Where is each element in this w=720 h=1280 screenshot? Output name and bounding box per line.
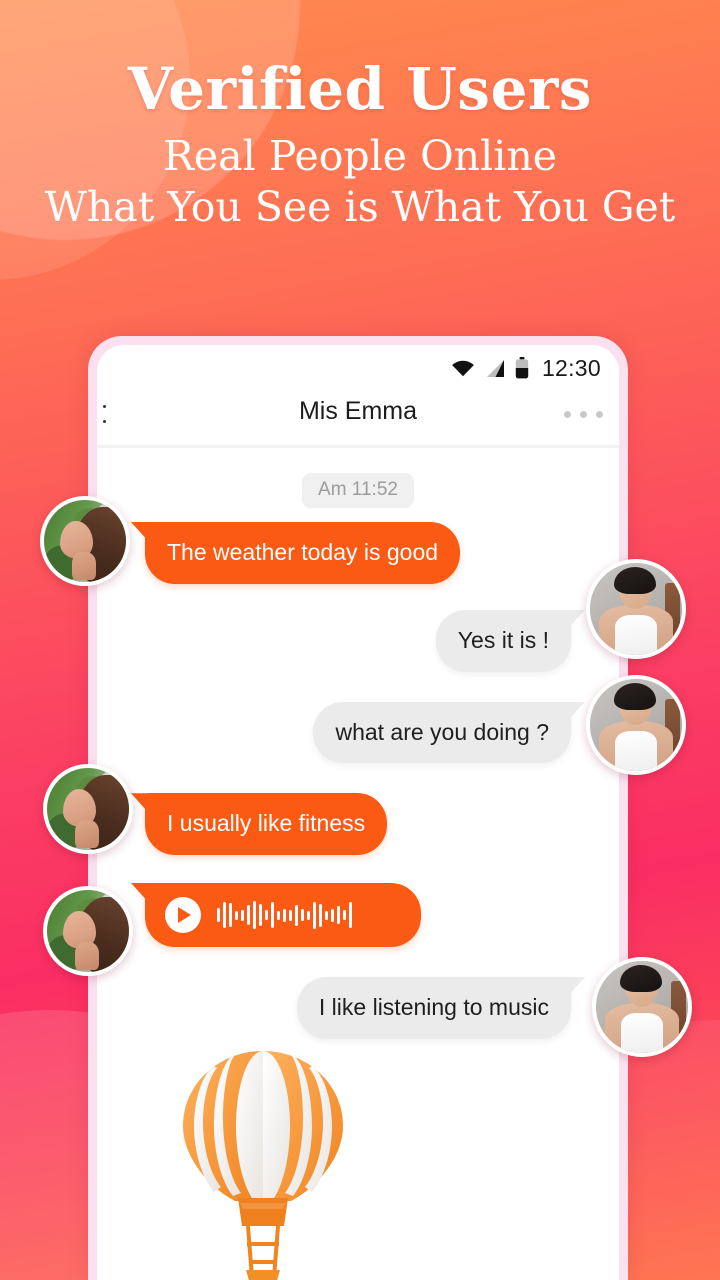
status-bar-time: 12:30 [541, 354, 601, 381]
signal-icon [484, 359, 506, 378]
chat-timestamp: Am 11:52 [302, 473, 414, 508]
promo-subline-2: What You See is What You Get [44, 183, 676, 231]
waveform-icon [217, 900, 352, 930]
message-row-m1: The weather today is good [97, 522, 619, 584]
hot-air-balloon-icon [168, 1046, 358, 1280]
message-row-m5 [97, 883, 619, 947]
avatar-image [47, 768, 129, 850]
avatar-image [47, 890, 129, 972]
wifi-icon [451, 359, 475, 377]
message-bubble-incoming[interactable]: I like listening to music [296, 977, 571, 1039]
status-bar: 12:30 [97, 345, 619, 391]
promo-screenshot: Verified Users Real People Online What Y… [0, 0, 720, 1280]
message-bubble-incoming[interactable]: Yes it is ! [435, 609, 571, 672]
voice-message-bubble[interactable] [145, 883, 421, 947]
avatar-image [596, 961, 688, 1053]
avatar-image [44, 500, 126, 582]
message-row-m6: I like listening to music [97, 977, 619, 1039]
message-text: I usually like fitness [167, 810, 366, 837]
promo-headline: Verified Users [127, 55, 593, 123]
avatar-male-1[interactable] [586, 559, 686, 659]
avatar-male-3[interactable] [592, 957, 692, 1057]
more-dots-icon[interactable] [564, 411, 603, 418]
play-icon[interactable] [165, 897, 201, 933]
message-text: Yes it is ! [457, 626, 549, 653]
message-row-m2: Yes it is ! [97, 609, 619, 672]
message-text: what are you doing ? [335, 718, 549, 745]
message-bubble-outgoing[interactable]: I usually like fitness [145, 793, 388, 855]
avatar-female-3[interactable] [43, 886, 133, 976]
battery-icon [515, 357, 529, 379]
chat-header: Mis Emma [97, 391, 619, 445]
avatar-image [590, 679, 682, 771]
message-row-m3: what are you doing ? [97, 701, 619, 764]
timestamp-row: Am 11:52 [97, 473, 619, 508]
message-text: I like listening to music [318, 994, 549, 1020]
message-row-m4: I usually like fitness [97, 793, 619, 855]
avatar-female-2[interactable] [43, 764, 133, 854]
avatar-image [590, 563, 682, 655]
avatar-male-2[interactable] [586, 675, 686, 775]
promo-subline-1: Real People Online [163, 132, 557, 180]
message-bubble-incoming[interactable]: what are you doing ? [313, 701, 571, 764]
message-text: The weather today is good [167, 539, 439, 565]
promo-text-block: Verified Users Real People Online What Y… [0, 60, 720, 228]
message-bubble-outgoing[interactable]: The weather today is good [145, 522, 461, 584]
chat-title: Mis Emma [298, 397, 418, 425]
avatar-female-1[interactable] [40, 496, 130, 586]
